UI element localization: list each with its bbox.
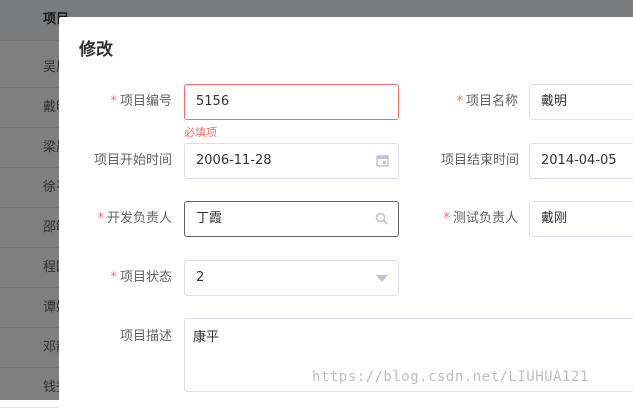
edit-dialog: 修改 * 项目编号 5156 必填项 * 项目名称 戴明 项目开始时间 2006-1… [59, 17, 633, 417]
project-no-label: * 项目编号 [110, 84, 172, 120]
project-no-error: 必填项 [184, 126, 217, 139]
start-time-value: 2006-11-28 [196, 153, 272, 168]
status-value: 2 [196, 270, 205, 285]
dev-owner-label-text: 开发负责人 [106, 211, 172, 226]
end-time-label: 项目结束时间 [440, 153, 519, 168]
test-owner-value: 戴刚 [541, 211, 568, 226]
chevron-down-icon[interactable] [376, 275, 388, 282]
project-name-label-text: 项目名称 [465, 94, 518, 109]
dev-owner-input[interactable]: 丁霞 [184, 201, 399, 237]
start-time-label: 项目开始时间 [93, 153, 172, 168]
test-owner-input[interactable]: 戴刚 [529, 201, 633, 237]
watermark: https://blog.csdn.net/LIUHUA121 [312, 369, 589, 385]
project-name-input[interactable]: 戴明 [529, 84, 633, 120]
end-time-value: 2014-04-05 [541, 153, 617, 168]
test-owner-label-text: 测试负责人 [452, 211, 518, 226]
project-name-value: 戴明 [541, 94, 568, 109]
dev-owner-label: * 开发负责人 [97, 201, 172, 237]
status-select[interactable]: 2 [184, 260, 399, 296]
status-label-text: 项目状态 [119, 270, 172, 285]
test-owner-label: * 测试负责人 [435, 201, 518, 237]
required-asterisk: * [110, 94, 117, 109]
required-asterisk: * [456, 94, 463, 109]
required-asterisk: * [110, 270, 117, 285]
dev-owner-value: 丁霞 [196, 211, 223, 226]
dialog-title: 修改 [79, 40, 113, 60]
search-icon[interactable] [375, 202, 388, 236]
description-value: 康平 [193, 330, 220, 345]
status-label: * 项目状态 [110, 260, 172, 296]
calendar-icon[interactable] [376, 144, 389, 178]
end-time-input[interactable]: 2014-04-05 [529, 143, 633, 179]
required-asterisk: * [443, 211, 450, 226]
start-time-input[interactable]: 2006-11-28 [184, 143, 399, 179]
project-no-input[interactable]: 5156 [184, 84, 399, 120]
required-asterisk: * [97, 211, 104, 226]
project-no-value: 5156 [196, 94, 230, 109]
project-no-label-text: 项目编号 [119, 94, 172, 109]
description-label: 项目描述 [119, 329, 172, 344]
project-name-label: * 项目名称 [451, 84, 518, 120]
